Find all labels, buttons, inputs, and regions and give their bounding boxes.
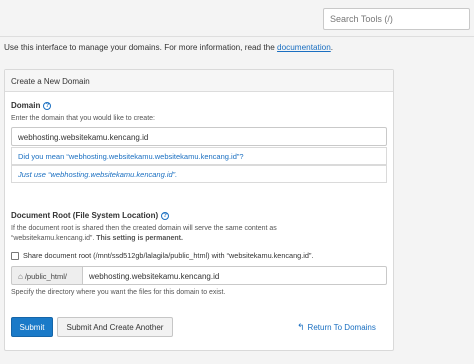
domain-label: Domain? <box>11 101 52 110</box>
return-to-domains-link[interactable]: ↰ Return To Domains <box>297 322 376 333</box>
document-root-hint-line2: “websitekamu.kencang.id”. This setting i… <box>11 235 183 242</box>
document-root-hint-line1: If the document root is shared then the … <box>11 225 277 232</box>
intro-text: Use this interface to manage your domain… <box>4 43 470 52</box>
document-root-label-text: Document Root (File System Location) <box>11 211 159 220</box>
document-root-input[interactable]: webhosting.websitekamu.kencang.id <box>82 266 387 285</box>
share-docroot-label: Share document root (/mnt/ssd512gb/lalag… <box>23 251 314 260</box>
domain-label-text: Domain <box>11 101 41 110</box>
submit-button[interactable]: Submit <box>11 317 53 337</box>
document-root-prefix: ⌂/public_html/ <box>11 266 83 285</box>
document-root-label: Document Root (File System Location)? <box>11 211 170 220</box>
return-label: Return To Domains <box>307 323 376 332</box>
domain-input[interactable]: webhosting.websitekamu.kencang.id <box>11 127 387 146</box>
home-icon: ⌂ <box>18 272 23 281</box>
search-tools-input[interactable]: Search Tools (/) <box>323 8 470 30</box>
intro-body: Use this interface to manage your domain… <box>4 43 278 52</box>
top-bar: Search Tools (/) <box>0 0 474 34</box>
hint-permanent: This setting is permanent. <box>96 235 183 242</box>
panel-title: Create a New Domain <box>5 70 393 92</box>
divider <box>0 36 474 37</box>
share-docroot-checkbox[interactable] <box>11 252 19 260</box>
help-circle-icon[interactable]: ? <box>161 212 170 220</box>
documentation-link[interactable]: documentation <box>277 43 331 52</box>
submit-and-create-another-button[interactable]: Submit And Create Another <box>57 317 173 337</box>
prefix-text: /public_html/ <box>24 272 67 281</box>
create-domain-panel: Create a New Domain Domain? Enter the do… <box>4 69 394 351</box>
domain-suggestion-link[interactable]: Did you mean “webhosting.websitekamu.web… <box>11 147 387 165</box>
hint-domain: “websitekamu.kencang.id”. <box>11 235 97 242</box>
document-root-specify-hint: Specify the directory where you want the… <box>11 289 226 296</box>
help-circle-icon[interactable]: ? <box>43 102 52 110</box>
domain-hint: Enter the domain that you would like to … <box>11 115 155 122</box>
just-use-domain-link[interactable]: Just use “webhosting.websitekamu.kencang… <box>11 165 387 183</box>
return-arrow-icon: ↰ <box>297 322 305 332</box>
intro-suffix: . <box>330 43 334 52</box>
